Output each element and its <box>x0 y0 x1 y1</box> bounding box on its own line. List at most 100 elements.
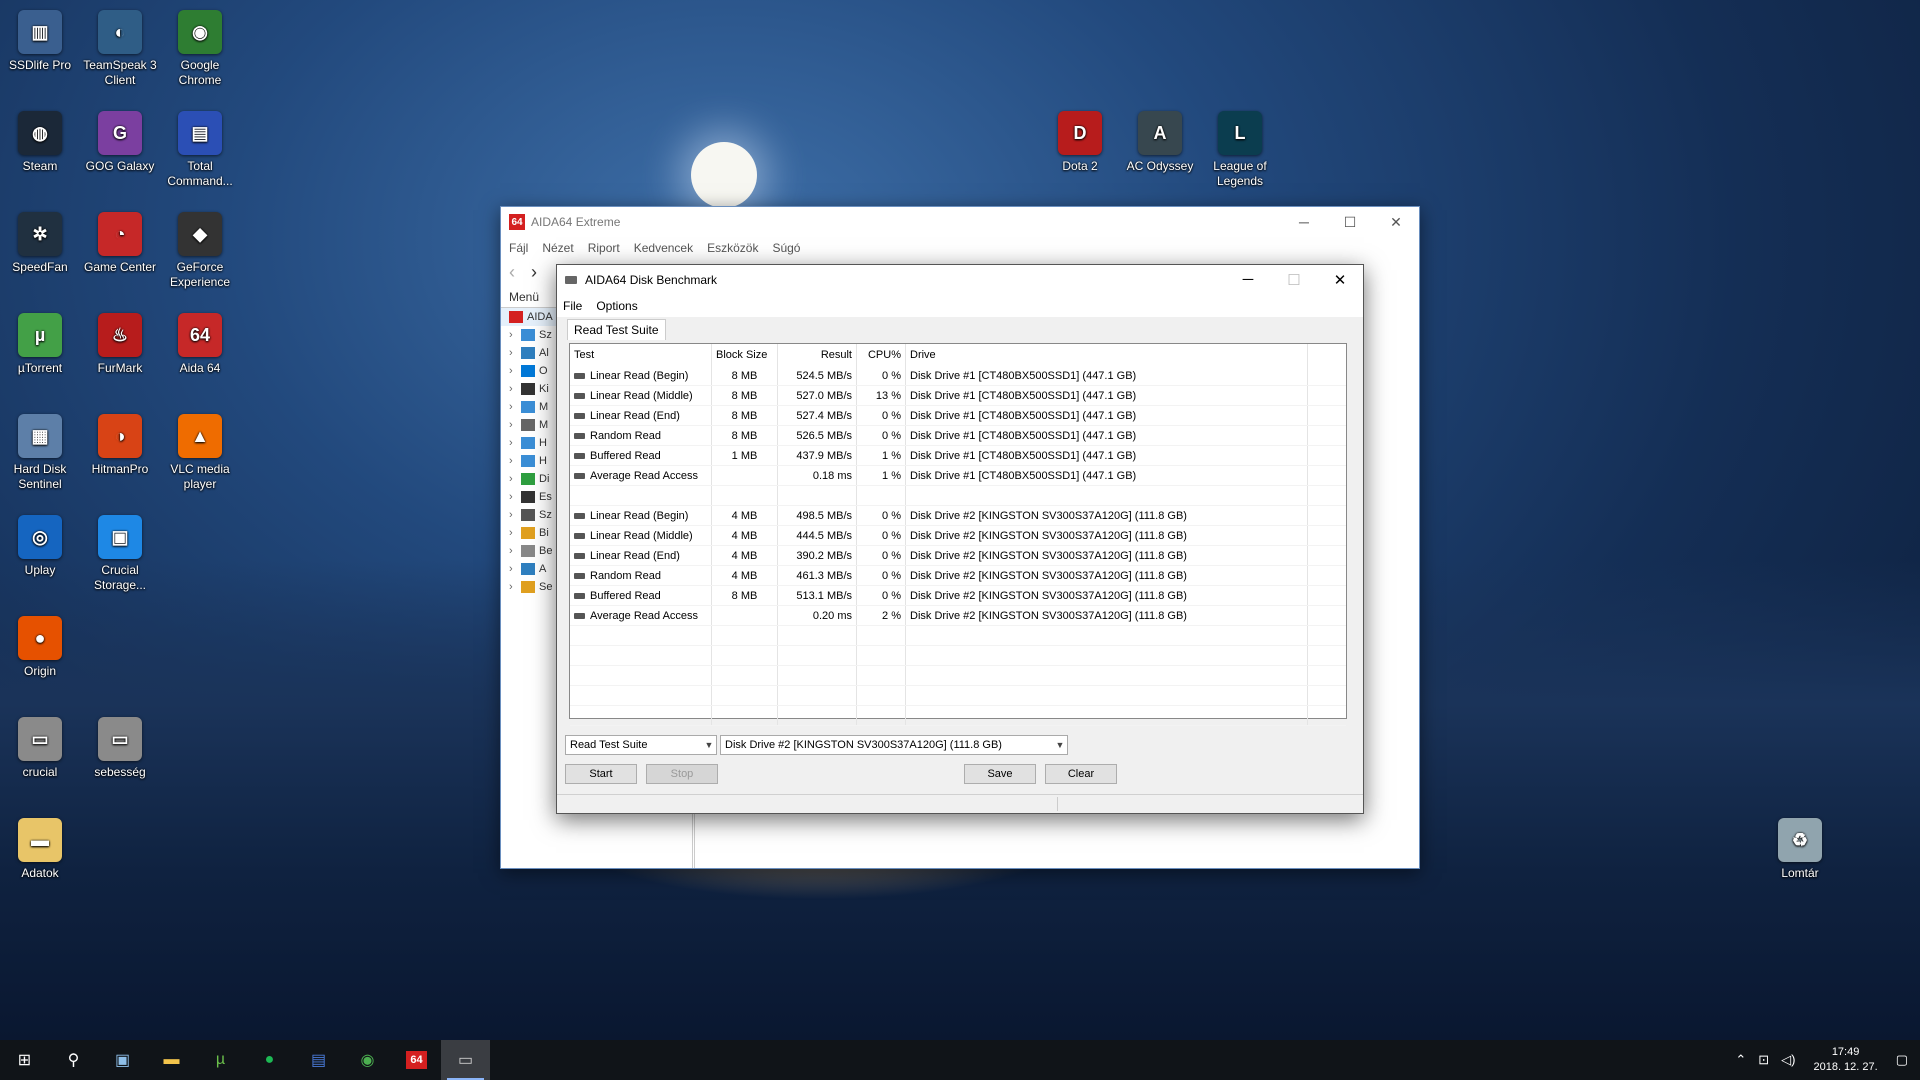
menu-nezet[interactable]: Nézet <box>542 241 573 255</box>
results-table: Test Block Size Result CPU% Drive Linear… <box>570 344 1346 726</box>
col-block-size[interactable]: Block Size <box>711 344 778 366</box>
desktop-icon-total-command-[interactable]: ▤ Total Command... <box>160 111 240 189</box>
cell-test: Linear Read (End) <box>570 405 712 426</box>
table-row[interactable]: Random Read 4 MB 461.3 MB/s 0 % Disk Drive #… <box>570 565 1346 586</box>
table-row[interactable]: Linear Read (Begin) 8 MB 524.5 MB/s 0 % Disk… <box>570 366 1346 386</box>
start-button[interactable]: ⊞ <box>0 1040 49 1080</box>
table-row[interactable] <box>570 625 1346 646</box>
table-row[interactable]: Buffered Read 1 MB 437.9 MB/s 1 % Disk Drive… <box>570 445 1346 466</box>
clear-button[interactable]: Clear <box>1045 764 1117 784</box>
col-result[interactable]: Result <box>777 344 857 366</box>
desktop-icon-origin[interactable]: ● Origin <box>0 616 80 679</box>
dialog-minimize-button[interactable]: ─ <box>1225 271 1271 289</box>
desktop-icon-dota-2[interactable]: D Dota 2 <box>1040 111 1120 174</box>
table-row[interactable]: Linear Read (End) 4 MB 390.2 MB/s 0 % Disk D… <box>570 545 1346 566</box>
desktop-icon-crucial-storage-[interactable]: ▣ Crucial Storage... <box>80 515 160 593</box>
table-row[interactable] <box>570 705 1346 726</box>
col-test[interactable]: Test <box>570 344 712 366</box>
clock[interactable]: 17:49 2018. 12. 27. <box>1813 1045 1877 1075</box>
desktop-icon-uplay[interactable]: ◎ Uplay <box>0 515 80 578</box>
task-view-icon[interactable]: ▣ <box>98 1040 147 1080</box>
dialog-close-button[interactable]: ✕ <box>1317 271 1363 289</box>
col-drive[interactable]: Drive <box>905 344 1308 366</box>
table-row[interactable]: Linear Read (Begin) 4 MB 498.5 MB/s 0 % Disk… <box>570 505 1346 526</box>
cell-block-size: 4 MB <box>711 545 778 566</box>
menu-fajl[interactable]: Fájl <box>509 241 528 255</box>
menu-file[interactable]: File <box>563 299 582 313</box>
chevron-up-icon[interactable]: ⌃ <box>1735 1052 1746 1068</box>
network-icon[interactable]: ⊡ <box>1758 1052 1769 1068</box>
drive-select[interactable]: Disk Drive #2 [KINGSTON SV300S37A120G] (… <box>720 735 1068 755</box>
suite-select[interactable]: Read Test Suite ▼ <box>565 735 717 755</box>
search-icon[interactable]: ⚲ <box>49 1040 98 1080</box>
table-row[interactable] <box>570 485 1346 506</box>
desktop-icon-furmark[interactable]: ♨ FurMark <box>80 313 160 376</box>
disk-benchmark-taskbar-icon[interactable]: ▭ <box>441 1040 490 1080</box>
table-row[interactable]: Linear Read (Middle) 4 MB 444.5 MB/s 0 % Dis… <box>570 525 1346 546</box>
cell-block-size <box>711 485 778 506</box>
desktop-icon-gog-galaxy[interactable]: G GOG Galaxy <box>80 111 160 174</box>
desktop-icon-label: sebesség <box>94 765 146 779</box>
chevron-right-icon: › <box>509 527 513 539</box>
notifications-icon[interactable]: ▢ <box>1896 1052 1908 1068</box>
menu-sugo[interactable]: Súgó <box>772 241 800 255</box>
spotify-icon[interactable]: ● <box>245 1040 294 1080</box>
tree-root-label: AIDA <box>527 311 553 323</box>
tab-read-test-suite[interactable]: Read Test Suite <box>567 319 666 340</box>
desktop-icon-vlc-media-player[interactable]: ▲ VLC media player <box>160 414 240 492</box>
forward-arrow-icon[interactable]: › <box>531 262 537 283</box>
desktop-icon-adatok[interactable]: ▬ Adatok <box>0 818 80 881</box>
cell-block-size-text: 4 MB <box>731 549 758 562</box>
desktop-icon-hard-disk-sentinel[interactable]: ▦ Hard Disk Sentinel <box>0 414 80 492</box>
table-row[interactable]: Linear Read (End) 8 MB 527.4 MB/s 0 % Disk D… <box>570 405 1346 426</box>
desktop-icon-league-of-legends[interactable]: L League of Legends <box>1200 111 1280 189</box>
table-row[interactable] <box>570 665 1346 686</box>
desktop-icon-steam[interactable]: ◍ Steam <box>0 111 80 174</box>
table-row[interactable]: Linear Read (Middle) 8 MB 527.0 MB/s 13 % Di… <box>570 385 1346 406</box>
dialog-titlebar[interactable]: AIDA64 Disk Benchmark ─ ☐ ✕ <box>557 265 1363 295</box>
main-close-button[interactable]: ✕ <box>1373 214 1419 231</box>
utorrent-icon[interactable]: µ <box>196 1040 245 1080</box>
desktop-icon-ac-odyssey[interactable]: A AC Odyssey <box>1120 111 1200 174</box>
desktop-icon-game-center[interactable]: ◔ Game Center <box>80 212 160 275</box>
table-row[interactable] <box>570 645 1346 666</box>
tree-item-icon <box>521 401 535 413</box>
menu-riport[interactable]: Riport <box>588 241 620 255</box>
table-row[interactable]: Buffered Read 8 MB 513.1 MB/s 0 % Disk Drive… <box>570 585 1346 606</box>
total-commander-icon[interactable]: ▤ <box>294 1040 343 1080</box>
desktop-icon-ssdlife-pro[interactable]: ▥ SSDlife Pro <box>0 10 80 73</box>
table-row[interactable]: Random Read 8 MB 526.5 MB/s 0 % Disk Drive #… <box>570 425 1346 446</box>
desktop-icon-speedfan[interactable]: ✲ SpeedFan <box>0 212 80 275</box>
desktop-icon-crucial[interactable]: ▭ crucial <box>0 717 80 780</box>
menu-eszkozok[interactable]: Eszközök <box>707 241 758 255</box>
desktop-icon-geforce-experience[interactable]: ◆ GeForce Experience <box>160 212 240 290</box>
cell-spacer <box>1307 425 1346 446</box>
desktop-icon-aida-64[interactable]: 64 Aida 64 <box>160 313 240 376</box>
desktop-icon--torrent[interactable]: µ µTorrent <box>0 313 80 376</box>
start-button[interactable]: Start <box>565 764 637 784</box>
main-menubar: Fájl Nézet Riport Kedvencek Eszközök Súg… <box>501 237 1419 259</box>
col-cpu[interactable]: CPU% <box>856 344 906 366</box>
main-minimize-button[interactable]: ─ <box>1281 214 1327 231</box>
desktop-icon-lomt-r[interactable]: ♻ Lomtár <box>1760 818 1840 881</box>
back-arrow-icon[interactable]: ‹ <box>509 262 515 283</box>
table-row[interactable] <box>570 685 1346 706</box>
volume-icon[interactable]: ◁) <box>1781 1052 1795 1068</box>
menu-kedvencek[interactable]: Kedvencek <box>634 241 693 255</box>
table-row[interactable]: Average Read Access 0.18 ms 1 % Disk Drive … <box>570 465 1346 486</box>
desktop-icon-google-chrome[interactable]: ◉ Google Chrome <box>160 10 240 88</box>
main-window-titlebar[interactable]: 64 AIDA64 Extreme ─ ☐ ✕ <box>501 207 1419 237</box>
chrome-icon[interactable]: ◉ <box>343 1040 392 1080</box>
menu-options[interactable]: Options <box>596 299 637 313</box>
results-grid[interactable]: Test Block Size Result CPU% Drive Linear… <box>569 343 1347 726</box>
save-button[interactable]: Save <box>964 764 1036 784</box>
desktop-icon-hitmanpro[interactable]: ◑ HitmanPro <box>80 414 160 477</box>
cell-result-text: 0.20 ms <box>812 609 852 622</box>
desktop-icon-teamspeak-3-client[interactable]: ◐ TeamSpeak 3 Client <box>80 10 160 88</box>
aida64-taskbar-icon[interactable]: 64 <box>392 1040 441 1080</box>
file-explorer-icon[interactable]: ▬ <box>147 1040 196 1080</box>
table-row[interactable]: Average Read Access 0.20 ms 2 % Disk Drive … <box>570 605 1346 626</box>
desktop-icon-sebess-g[interactable]: ▭ sebesség <box>80 717 160 780</box>
cell-block-size-text: 8 MB <box>731 429 758 442</box>
main-maximize-button[interactable]: ☐ <box>1327 214 1373 231</box>
